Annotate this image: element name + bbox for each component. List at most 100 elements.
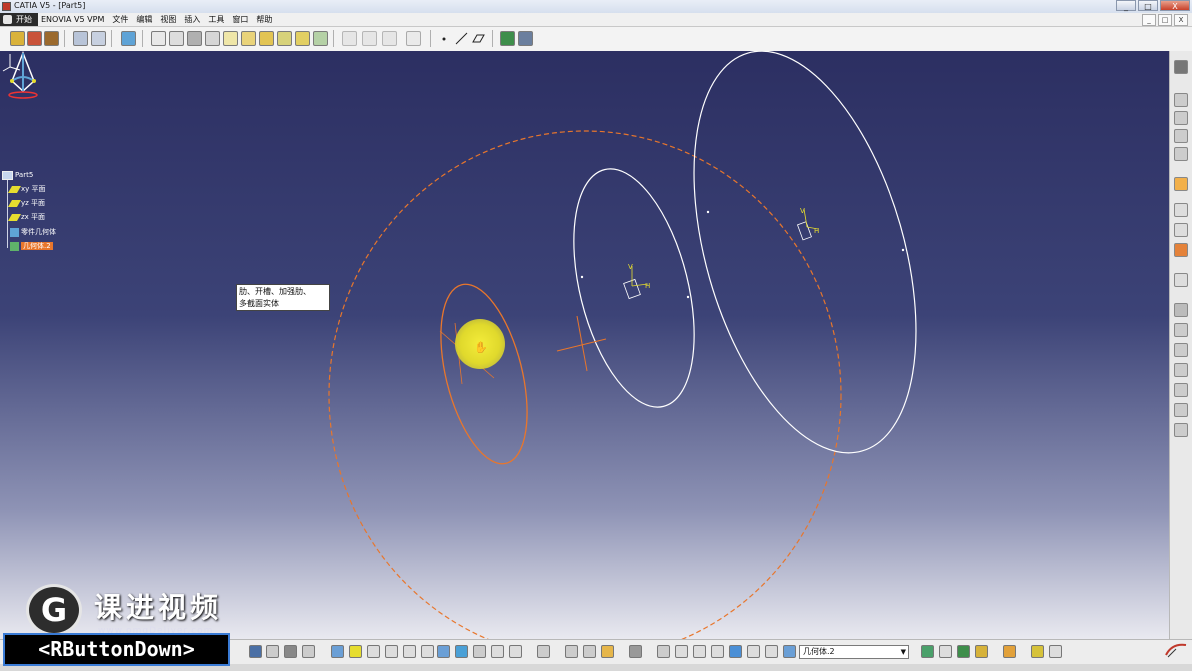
- constraint-icon[interactable]: [342, 31, 357, 46]
- positioned-sketch-icon[interactable]: [1174, 111, 1188, 125]
- list-icon[interactable]: [765, 645, 778, 658]
- swap-space-icon[interactable]: [509, 645, 522, 658]
- pad-icon[interactable]: [10, 31, 25, 46]
- translate-icon[interactable]: [151, 31, 166, 46]
- dimension-icon[interactable]: [362, 31, 377, 46]
- assemble-icon[interactable]: [277, 31, 292, 46]
- edges-icon[interactable]: [1174, 323, 1188, 337]
- shading-icon[interactable]: [1174, 303, 1188, 317]
- fly-icon[interactable]: [284, 645, 297, 658]
- current-body-select[interactable]: 几何体.2 ▼: [799, 645, 909, 659]
- pocket-icon[interactable]: [27, 31, 42, 46]
- hand-icon[interactable]: [675, 645, 688, 658]
- tree-item-zx-plane[interactable]: zx 平面: [7, 212, 45, 223]
- draft-analysis-icon[interactable]: [939, 645, 952, 658]
- update-icon[interactable]: [537, 645, 550, 658]
- select-icon[interactable]: [349, 645, 362, 658]
- add-icon[interactable]: [295, 31, 310, 46]
- thread-icon[interactable]: [259, 31, 274, 46]
- swap-icon[interactable]: [1174, 363, 1188, 377]
- menu-enovia[interactable]: ENOVIA V5 VPM: [41, 15, 104, 24]
- menu-tools[interactable]: 工具: [208, 14, 224, 25]
- rotate-icon[interactable]: [385, 645, 398, 658]
- fit-all-icon[interactable]: [331, 645, 344, 658]
- tree-item-xy-plane[interactable]: xy 平面: [7, 184, 46, 195]
- grid-icon[interactable]: [382, 31, 397, 46]
- shaft-icon[interactable]: [44, 31, 59, 46]
- camera-icon[interactable]: [629, 645, 642, 658]
- menu-help[interactable]: 帮助: [256, 14, 272, 25]
- menu-insert[interactable]: 插入: [184, 14, 200, 25]
- menu-file[interactable]: 文件: [112, 14, 128, 25]
- doc-close-button[interactable]: X: [1174, 14, 1188, 26]
- pattern-icon[interactable]: [187, 31, 202, 46]
- line-icon[interactable]: [454, 31, 469, 46]
- catalog-icon[interactable]: [583, 645, 596, 658]
- measure-distance-icon[interactable]: [711, 645, 724, 658]
- zoom-out-icon[interactable]: [421, 645, 434, 658]
- settings-icon[interactable]: [302, 645, 315, 658]
- tree-item-part-body[interactable]: 零件几何体: [10, 227, 56, 238]
- minimize-button[interactable]: _: [1116, 0, 1136, 11]
- sketch-tool-icon[interactable]: [1174, 93, 1188, 107]
- bottle-icon[interactable]: [601, 645, 614, 658]
- view-icon[interactable]: [1174, 203, 1188, 217]
- spline-icon[interactable]: [1174, 147, 1188, 161]
- measure-icon[interactable]: [1174, 243, 1188, 257]
- curvature-icon[interactable]: [957, 645, 970, 658]
- plane-icon[interactable]: [471, 31, 486, 46]
- tap-icon[interactable]: [975, 645, 988, 658]
- globe-icon[interactable]: [1174, 403, 1188, 417]
- gear-icon[interactable]: [1174, 60, 1188, 74]
- sketch-icon[interactable]: [121, 31, 136, 46]
- instantiate-icon[interactable]: [1031, 645, 1044, 658]
- start-menu[interactable]: 开始: [0, 13, 38, 26]
- chamfer-icon[interactable]: [91, 31, 106, 46]
- close-button[interactable]: X: [1160, 0, 1190, 11]
- formula-icon[interactable]: [518, 31, 533, 46]
- doc-restore-button[interactable]: □: [1158, 14, 1172, 26]
- menu-window[interactable]: 窗口: [232, 14, 248, 25]
- normal-to-icon[interactable]: [437, 645, 450, 658]
- menu-edit[interactable]: 编辑: [136, 14, 152, 25]
- render-icon[interactable]: [1174, 273, 1188, 287]
- normal-view-icon[interactable]: [1174, 383, 1188, 397]
- axis-icon[interactable]: [693, 645, 706, 658]
- doc-minimize-button[interactable]: _: [1142, 14, 1156, 26]
- zoom-icon[interactable]: [1174, 223, 1188, 237]
- tree-item-geometric-body-2[interactable]: 几何体.2: [10, 241, 53, 252]
- hide-icon[interactable]: [491, 645, 504, 658]
- refresh-icon[interactable]: [657, 645, 670, 658]
- maximize-button[interactable]: □: [1138, 0, 1158, 11]
- shaded-icon[interactable]: [473, 645, 486, 658]
- user-feature-icon[interactable]: [1003, 645, 1016, 658]
- table-icon[interactable]: [249, 645, 262, 658]
- 3d-viewport[interactable]: V H V H Part5 xy 平面 yz 平面 zx 平面 零件几何体 几何…: [0, 51, 1169, 639]
- apply-material-icon[interactable]: [565, 645, 578, 658]
- intersect-icon[interactable]: [313, 31, 328, 46]
- knowledge-icon[interactable]: [500, 31, 515, 46]
- pan-icon[interactable]: [367, 645, 380, 658]
- mirror-icon[interactable]: [169, 31, 184, 46]
- tree-item-yz-plane[interactable]: yz 平面: [7, 198, 45, 209]
- perspective-icon[interactable]: [1174, 423, 1188, 437]
- split-icon[interactable]: [223, 31, 238, 46]
- sketch-mode-icon[interactable]: [729, 645, 742, 658]
- select-arrow-icon[interactable]: [1174, 177, 1188, 191]
- hide-show-icon[interactable]: [1174, 343, 1188, 357]
- tree-root[interactable]: Part5: [2, 170, 33, 181]
- catalog-browser-icon[interactable]: [1049, 645, 1062, 658]
- define-work-object-icon[interactable]: [783, 645, 796, 658]
- fillet-icon[interactable]: [73, 31, 88, 46]
- menu-view[interactable]: 视图: [160, 14, 176, 25]
- tree-toggle-icon[interactable]: [266, 645, 279, 658]
- axis-system-icon[interactable]: [406, 31, 421, 46]
- scaling-icon[interactable]: [205, 31, 220, 46]
- profile-icon[interactable]: [1174, 129, 1188, 143]
- iso-view-icon[interactable]: [455, 645, 468, 658]
- constraint-tool-icon[interactable]: [747, 645, 760, 658]
- zoom-in-icon[interactable]: [403, 645, 416, 658]
- analysis-icon[interactable]: [921, 645, 934, 658]
- thickness-icon[interactable]: [241, 31, 256, 46]
- point-icon[interactable]: [437, 31, 452, 46]
